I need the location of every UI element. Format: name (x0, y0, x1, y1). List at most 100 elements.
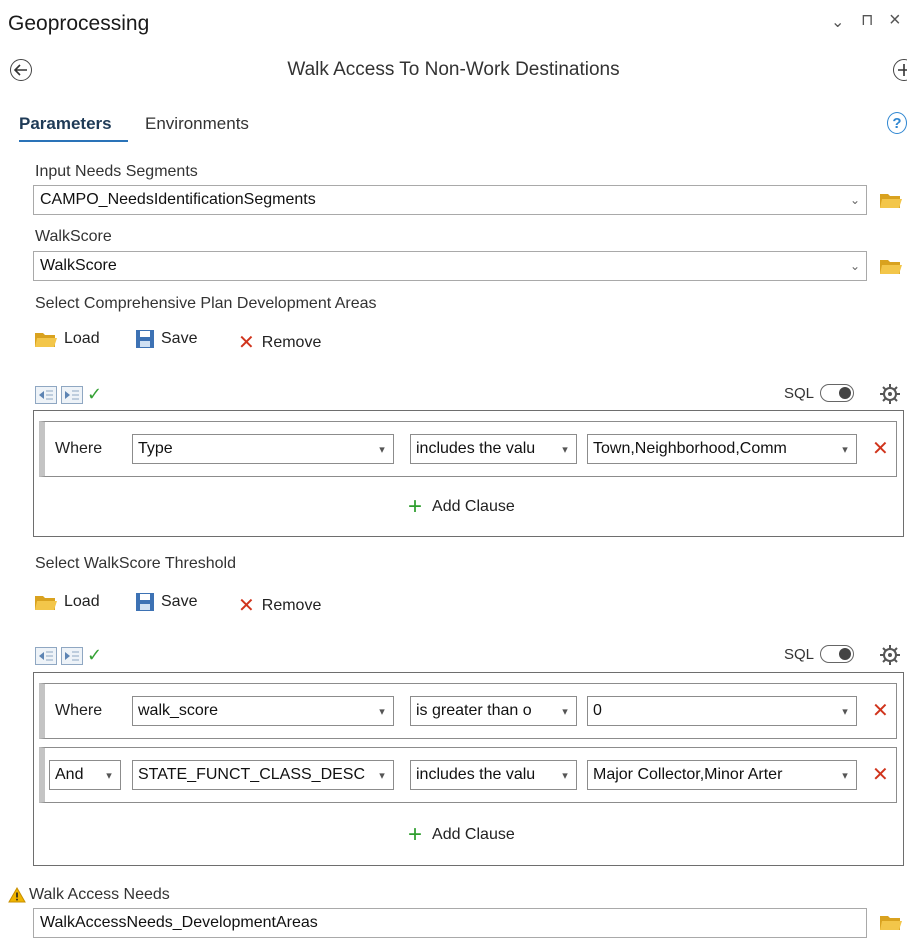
chevron-down-icon: ▾ (562, 705, 568, 718)
clause-operator-select[interactable]: includes the valu ▾ (410, 434, 577, 464)
folder-icon[interactable] (880, 258, 902, 275)
verify-check-icon[interactable]: ✓ (87, 384, 102, 405)
walkscore-combo[interactable]: WalkScore ⌄ (33, 251, 867, 281)
clause-connector: And (55, 766, 84, 783)
clause-operator-select[interactable]: includes the valu ▾ (410, 760, 577, 790)
chevron-down-icon: ▾ (379, 769, 385, 782)
query-builder-dev-areas: Where Type ▾ includes the valu ▾ Town,Ne… (33, 410, 904, 537)
clause-field-select[interactable]: walk_score ▾ (132, 696, 394, 726)
chevron-down-icon: ▾ (106, 769, 112, 782)
clause-value-select[interactable]: Town,Neighborhood,Comm ▾ (587, 434, 857, 464)
query-clause: And ▾ STATE_FUNCT_CLASS_DESC ▾ includes … (39, 747, 897, 803)
close-icon: ✕ (238, 332, 255, 354)
window-controls: ⌄ ⊓ × (827, 9, 907, 36)
clause-field-select[interactable]: STATE_FUNCT_CLASS_DESC ▾ (132, 760, 394, 790)
verify-check-icon[interactable]: ✓ (87, 645, 102, 666)
clause-connector: Where (55, 440, 103, 457)
query-clause: Where Type ▾ includes the valu ▾ Town,Ne… (39, 421, 897, 477)
input-segments-value: CAMPO_NeedsIdentificationSegments (40, 191, 316, 208)
add-clause-button[interactable]: + Add Clause (408, 495, 515, 519)
add-clause-label: Add Clause (432, 498, 515, 515)
clause-value: Major Collector,Minor Arter (593, 766, 783, 783)
dropdown-chevron-icon[interactable]: ⌄ (831, 12, 844, 32)
pin-icon[interactable]: ⊓ (861, 10, 873, 30)
chevron-down-icon: ▾ (562, 769, 568, 782)
remove-label: Remove (261, 333, 322, 351)
save-button[interactable]: Save (136, 330, 197, 348)
folder-icon (35, 332, 57, 347)
indent-right-icon[interactable] (61, 646, 83, 665)
gear-icon[interactable] (879, 644, 901, 666)
chevron-down-icon: ▾ (379, 705, 385, 718)
indent-left-icon[interactable] (35, 385, 57, 404)
sql-label: SQL (784, 645, 815, 663)
remove-button[interactable]: ✕ Remove (238, 330, 321, 355)
load-label: Load (64, 593, 100, 610)
remove-clause-icon[interactable]: ✕ (872, 436, 889, 461)
sql-label: SQL (784, 384, 815, 402)
clause-value-select[interactable]: 0 ▾ (587, 696, 857, 726)
chevron-down-icon: ▾ (842, 705, 848, 718)
chevron-down-icon[interactable]: ⌄ (844, 259, 866, 273)
save-label: Save (161, 593, 198, 610)
save-icon (136, 593, 154, 611)
folder-icon[interactable] (880, 914, 902, 931)
load-button[interactable]: Load (35, 593, 100, 611)
tab-environments[interactable]: Environments (145, 114, 249, 134)
threshold-label: Select WalkScore Threshold (35, 555, 236, 572)
clause-operator-select[interactable]: is greater than o ▾ (410, 696, 577, 726)
plus-icon (898, 64, 907, 76)
clause-connector: Where (55, 702, 103, 719)
query-mode-toolbar: ✓ (35, 645, 102, 666)
input-segments-label: Input Needs Segments (35, 163, 198, 180)
output-label: Walk Access Needs (29, 886, 170, 903)
chevron-down-icon: ▾ (379, 443, 385, 456)
clause-operator-value: is greater than o (416, 702, 532, 719)
clause-connector-select[interactable]: And ▾ (49, 760, 121, 790)
clause-field-value: Type (138, 440, 173, 457)
walkscore-value: WalkScore (40, 257, 117, 274)
warning-icon (8, 887, 26, 903)
dev-areas-label: Select Comprehensive Plan Development Ar… (35, 295, 377, 312)
chevron-down-icon[interactable]: ⌄ (844, 193, 866, 207)
gear-icon[interactable] (879, 383, 901, 405)
save-button[interactable]: Save (136, 593, 197, 611)
tab-parameters[interactable]: Parameters (19, 114, 112, 134)
add-clause-label: Add Clause (432, 826, 515, 843)
clause-value: 0 (593, 702, 602, 719)
indent-right-icon[interactable] (61, 385, 83, 404)
clause-field-select[interactable]: Type ▾ (132, 434, 394, 464)
pane-title: Geoprocessing (8, 12, 150, 35)
remove-clause-icon[interactable]: ✕ (872, 762, 889, 787)
query-mode-toolbar: ✓ (35, 384, 102, 405)
clause-operator-value: includes the valu (416, 766, 536, 783)
chevron-down-icon: ▾ (842, 443, 848, 456)
add-clause-button[interactable]: + Add Clause (408, 823, 515, 847)
walkscore-label: WalkScore (35, 228, 112, 245)
plus-icon: + (408, 493, 423, 520)
load-label: Load (64, 330, 100, 347)
clause-operator-value: includes the valu (416, 440, 536, 457)
sql-toggle[interactable]: SQL (784, 645, 855, 663)
remove-label: Remove (261, 596, 322, 614)
toggle-switch[interactable] (820, 645, 855, 663)
folder-icon (35, 595, 57, 610)
clause-field-value: STATE_FUNCT_CLASS_DESC (138, 766, 366, 783)
indent-left-icon[interactable] (35, 646, 57, 665)
sql-toggle[interactable]: SQL (784, 384, 855, 402)
input-segments-combo[interactable]: CAMPO_NeedsIdentificationSegments ⌄ (33, 185, 867, 215)
save-label: Save (161, 330, 198, 347)
load-button[interactable]: Load (35, 330, 100, 348)
toggle-switch[interactable] (820, 384, 855, 402)
remove-button[interactable]: ✕ Remove (238, 593, 321, 618)
folder-icon[interactable] (880, 192, 902, 209)
help-icon[interactable]: ? (887, 112, 907, 134)
clause-field-value: walk_score (138, 702, 219, 719)
clause-value-select[interactable]: Major Collector,Minor Arter ▾ (587, 760, 857, 790)
chevron-down-icon: ▾ (842, 769, 848, 782)
close-icon[interactable]: × (889, 9, 901, 32)
query-clause: Where walk_score ▾ is greater than o ▾ 0… (39, 683, 897, 739)
remove-clause-icon[interactable]: ✕ (872, 698, 889, 723)
output-value: WalkAccessNeeds_DevelopmentAreas (40, 914, 318, 931)
output-field[interactable]: WalkAccessNeeds_DevelopmentAreas (33, 908, 867, 938)
